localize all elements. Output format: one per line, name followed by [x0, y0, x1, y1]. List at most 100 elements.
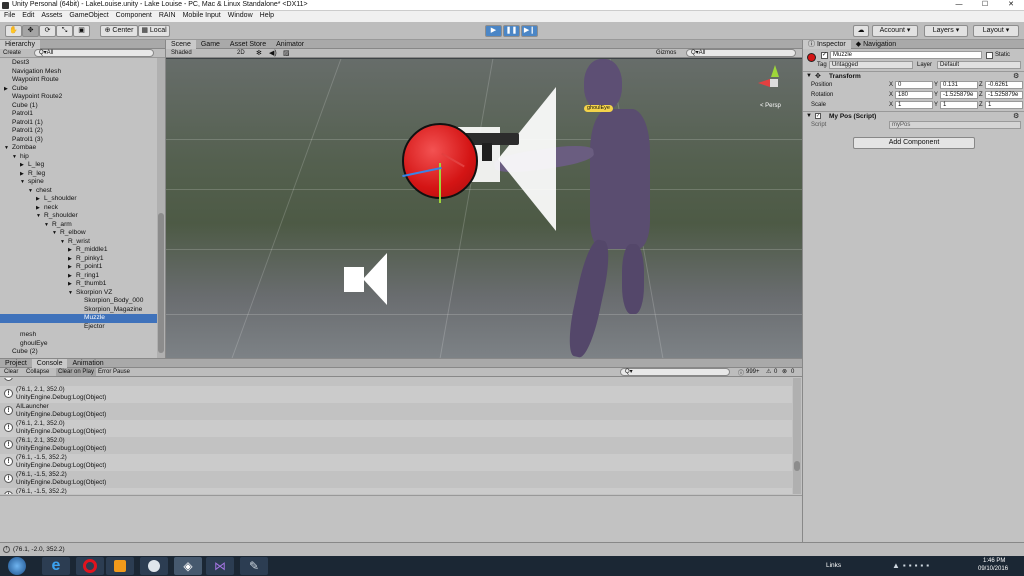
- scale-y-axis-label[interactable]: Y: [934, 102, 938, 108]
- clock-date[interactable]: 09/10/2016: [978, 566, 1008, 572]
- zombie-character[interactable]: [493, 59, 676, 358]
- position-z-axis-label[interactable]: Z: [979, 82, 983, 88]
- scene-orientation-gizmo[interactable]: [758, 65, 788, 105]
- opera-icon[interactable]: [76, 557, 104, 575]
- position-y-axis-label[interactable]: Y: [934, 82, 938, 88]
- rotation-z-field[interactable]: -1.525879e: [985, 91, 1023, 99]
- expanded-arrow-icon[interactable]: ▼: [60, 238, 68, 247]
- hierarchy-item[interactable]: ▶ R_pinky1: [0, 255, 165, 264]
- position-y-field[interactable]: 0.131: [940, 81, 978, 89]
- expanded-arrow-icon[interactable]: ▼: [44, 221, 52, 230]
- move-tool-button[interactable]: ✥: [22, 25, 39, 37]
- collapsed-arrow-icon[interactable]: ▶: [68, 280, 76, 289]
- add-component-button[interactable]: Add Component: [853, 137, 975, 149]
- tab-navigation[interactable]: ◆ Navigation: [851, 40, 901, 49]
- cloud-button[interactable]: ☁: [853, 25, 869, 37]
- tab-animator[interactable]: Animator: [271, 40, 309, 49]
- expanded-arrow-icon[interactable]: ▼: [4, 144, 12, 153]
- collapsed-arrow-icon[interactable]: ▶: [4, 85, 12, 94]
- scale-tool-button[interactable]: ⤡: [56, 25, 73, 37]
- scene-viewport[interactable]: ghoulEye < Persp: [166, 59, 802, 358]
- hierarchy-item[interactable]: ▶ Cube: [0, 85, 165, 94]
- error-pause-button[interactable]: Error Pause: [98, 369, 130, 375]
- console-log-entry[interactable]: ! AILauncher UnityEngine.Debug:Log(Object): [0, 403, 792, 420]
- expanded-arrow-icon[interactable]: ▼: [28, 187, 36, 196]
- position-x-field[interactable]: 0: [895, 81, 933, 89]
- lighting-icon[interactable]: ✻: [256, 49, 262, 57]
- audio-icon[interactable]: ◀): [269, 49, 277, 57]
- hierarchy-item[interactable]: ▼ R_shoulder: [0, 212, 165, 221]
- tab-console[interactable]: Console: [31, 359, 68, 368]
- layer-dropdown[interactable]: Default: [937, 61, 1021, 69]
- gizmos-dropdown[interactable]: Gizmos: [656, 50, 676, 56]
- hierarchy-item[interactable]: Waypoint Route: [0, 76, 165, 85]
- collapsed-arrow-icon[interactable]: ▶: [68, 263, 76, 272]
- unity-taskbar-icon[interactable]: ◈: [174, 557, 202, 575]
- hierarchy-item[interactable]: ▼ chest: [0, 187, 165, 196]
- script-enabled-checkbox[interactable]: ✓: [815, 113, 821, 119]
- script-component-header[interactable]: ▼ ✓ My Pos (Script) ⚙: [803, 111, 1024, 120]
- expanded-arrow-icon[interactable]: ▼: [12, 153, 20, 162]
- scene-search[interactable]: Q▾All: [686, 49, 796, 57]
- collapsed-arrow-icon[interactable]: ▶: [36, 195, 44, 204]
- expanded-arrow-icon[interactable]: ▼: [52, 229, 60, 238]
- scale-x-axis-label[interactable]: X: [889, 102, 893, 108]
- scale-z-axis-label[interactable]: Z: [979, 102, 983, 108]
- hierarchy-item[interactable]: Skorpion_Magazine: [0, 306, 165, 315]
- clock-time[interactable]: 1:46 PM: [983, 558, 1005, 564]
- account-dropdown[interactable]: Account ▾: [872, 25, 918, 37]
- rotation-y-axis-label[interactable]: Y: [934, 92, 938, 98]
- console-log-entry[interactable]: !(76.1, -1.5, 352.2): [0, 488, 792, 494]
- hierarchy-item[interactable]: ▼ R_arm: [0, 221, 165, 230]
- layers-dropdown[interactable]: Layers ▾: [924, 25, 968, 37]
- hierarchy-item[interactable]: Patrol1: [0, 110, 165, 119]
- mode-2d-toggle[interactable]: 2D: [237, 50, 245, 56]
- expanded-arrow-icon[interactable]: ▼: [20, 178, 28, 187]
- menu-gameobject[interactable]: GameObject: [65, 11, 111, 19]
- minimize-button[interactable]: —: [946, 0, 972, 10]
- rotation-y-field[interactable]: -1.525879e: [940, 91, 978, 99]
- menu-rain[interactable]: RAIN: [155, 11, 179, 19]
- tab-asset-store[interactable]: Asset Store: [225, 40, 271, 49]
- hierarchy-item[interactable]: ▶ R_point1: [0, 263, 165, 272]
- tab-hierarchy[interactable]: Hierarchy: [0, 40, 40, 49]
- hierarchy-item[interactable]: Ejector: [0, 323, 165, 332]
- pause-button[interactable]: ❚❚: [503, 25, 520, 37]
- notepad-icon[interactable]: ✎: [240, 557, 268, 575]
- hierarchy-scrollbar[interactable]: [157, 58, 165, 358]
- object-name-field[interactable]: Muzzle: [830, 51, 982, 59]
- scale-y-field[interactable]: 1: [940, 101, 978, 109]
- hierarchy-item[interactable]: ▶ R_middle1: [0, 246, 165, 255]
- close-button[interactable]: ✕: [998, 0, 1024, 10]
- console-log-entry[interactable]: !UnityEngine.Debug:Log(Object): [0, 378, 792, 386]
- hierarchy-item[interactable]: ▼ Skorpion VZ: [0, 289, 165, 298]
- settings-gear-icon[interactable]: ⚙: [1013, 72, 1019, 80]
- step-button[interactable]: ▶❙: [521, 25, 538, 37]
- shading-dropdown[interactable]: Shaded: [171, 50, 192, 56]
- console-log-entry[interactable]: ! (76.1, -1.5, 352.2) UnityEngine.Debug:Lo…: [0, 454, 792, 471]
- scene-view[interactable]: Scene Game Asset Store Animator Shaded 2D ✻…: [166, 40, 802, 358]
- hierarchy-item[interactable]: ▶ R_thumb1: [0, 280, 165, 289]
- console-scrollbar[interactable]: [793, 378, 801, 494]
- console-log-entry[interactable]: ! (76.1, -1.5, 352.2) UnityEngine.Debug:Lo…: [0, 471, 792, 488]
- console-log-entry[interactable]: ! (76.1, 2.1, 352.0) UnityEngine.Debug:Log…: [0, 437, 792, 454]
- clear-button[interactable]: Clear: [4, 369, 18, 375]
- hierarchy-item[interactable]: Cube (2): [0, 348, 165, 357]
- hierarchy-item[interactable]: ▼ R_elbow: [0, 229, 165, 238]
- menu-help[interactable]: Help: [256, 11, 277, 19]
- taskbar-links[interactable]: Links: [826, 562, 841, 569]
- hierarchy-item[interactable]: ghoulEye: [0, 340, 165, 349]
- menu-component[interactable]: Component: [112, 11, 155, 19]
- settings-gear-icon[interactable]: ⚙: [1013, 112, 1019, 120]
- hierarchy-item[interactable]: Patrol1 (2): [0, 127, 165, 136]
- hierarchy-item[interactable]: mesh: [0, 331, 165, 340]
- menu-mobile-input[interactable]: Mobile Input: [179, 11, 224, 19]
- tab-inspector[interactable]: ⓘ Inspector: [803, 40, 851, 49]
- hierarchy-item[interactable]: Dest3: [0, 59, 165, 68]
- pivot-center-toggle[interactable]: ⊕ Center: [100, 25, 138, 37]
- expanded-arrow-icon[interactable]: ▼: [68, 289, 76, 298]
- clear-on-play-button[interactable]: Clear on Play: [56, 368, 97, 376]
- hierarchy-item[interactable]: Navigation Mesh: [0, 68, 165, 77]
- position-z-field[interactable]: -0.6261: [985, 81, 1023, 89]
- hierarchy-item[interactable]: ▶ L_shoulder: [0, 195, 165, 204]
